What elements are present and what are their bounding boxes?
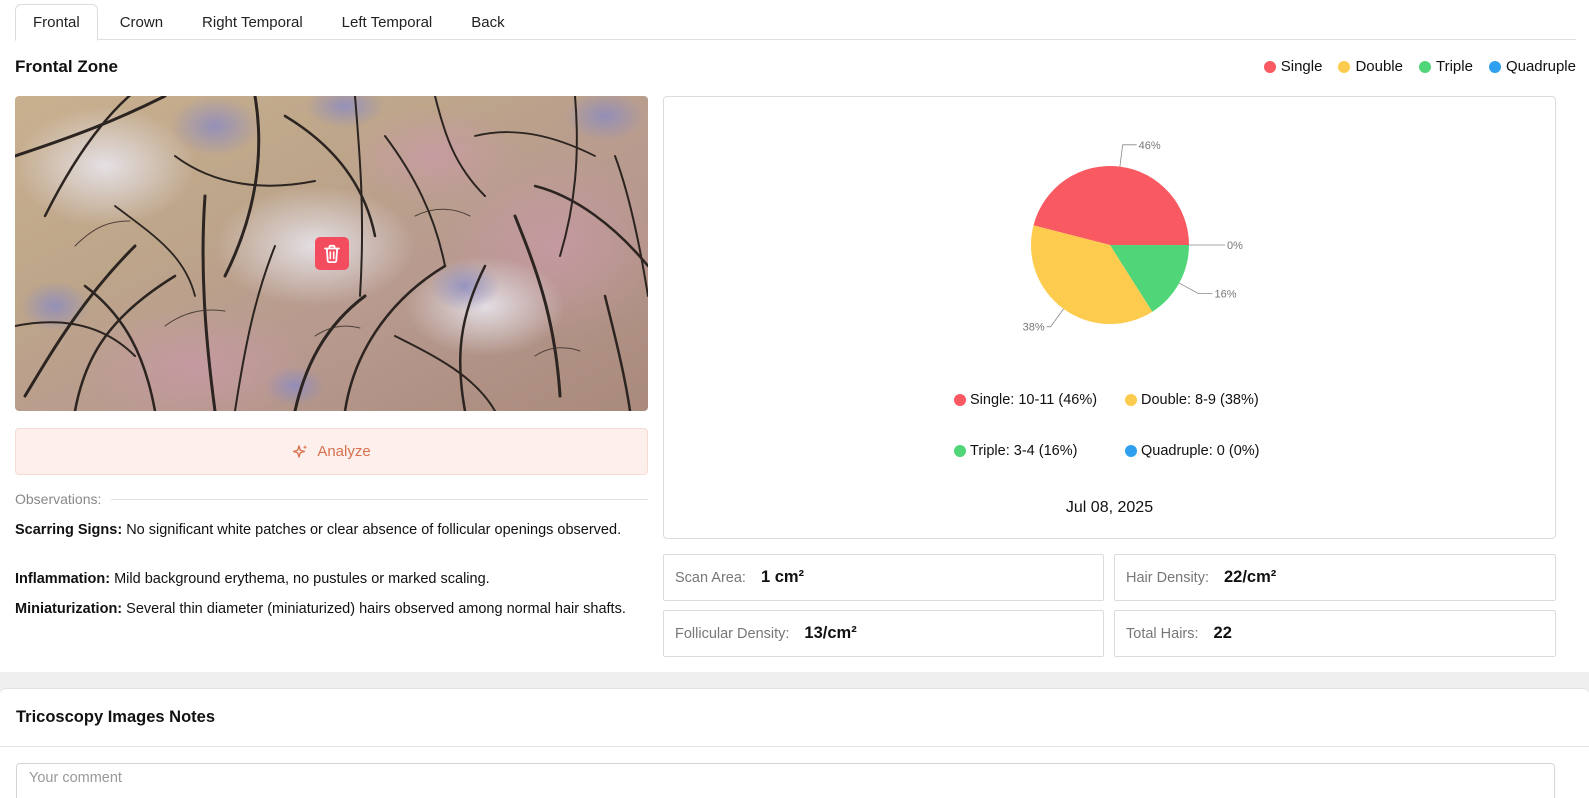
tab-left-temporal[interactable]: Left Temporal — [325, 4, 450, 40]
hair-density-value: 22/cm² — [1224, 568, 1277, 586]
scan-area-stat: Scan Area: 1 cm² — [663, 554, 1104, 601]
delete-image-button[interactable] — [315, 237, 349, 270]
pie-legend-label: Single: 10-11 (46%) — [970, 392, 1098, 408]
scan-area-label: Scan Area: — [675, 569, 746, 586]
observation-text: No significant white patches or clear ab… — [126, 522, 622, 538]
zone-tabs: Frontal Crown Right Temporal Left Tempor… — [15, 4, 1576, 41]
hair-density-label: Hair Density: — [1126, 569, 1209, 586]
hair-distribution-chart-card: 46% 38% 16% 0% Single: 10-11 (46%) Double: 8… — [663, 96, 1556, 539]
observations-header: Observations: — [15, 491, 648, 507]
pie-legend-item-quadruple: Quadruple: 0 (0%) — [1125, 443, 1259, 459]
pie-leader-line — [1046, 308, 1064, 328]
triple-color-dot — [1418, 60, 1431, 73]
tab-right-temporal[interactable]: Right Temporal — [185, 4, 320, 40]
pie-legend-item-double: Double: 8-9 (38%) — [1125, 392, 1259, 408]
follicular-density-label: Follicular Density: — [675, 625, 790, 642]
hair-type-legend: Single Double Triple Quadruple — [1263, 58, 1576, 75]
trichoscopy-image — [15, 96, 648, 411]
observation-text: Several thin diameter (miniaturized) hai… — [126, 601, 626, 617]
quadruple-color-dot — [1488, 60, 1501, 73]
pie-legend-label: Double: 8-9 (38%) — [1141, 392, 1259, 408]
observation-scarring: Scarring Signs: No significant white pat… — [15, 520, 640, 540]
observations-title: Observations: — [15, 491, 102, 507]
observation-inflammation: Inflammation: Mild background erythema, … — [15, 569, 640, 589]
single-color-dot — [1263, 60, 1276, 73]
legend-item-quadruple: Quadruple — [1488, 58, 1576, 75]
total-hairs-stat: Total Hairs: 22 — [1114, 610, 1556, 657]
pie-legend-item-triple: Triple: 3-4 (16%) — [954, 443, 1077, 459]
legend-item-single: Single — [1263, 58, 1323, 75]
sparkle-icon — [293, 444, 308, 458]
pie-percent-label: 46% — [1139, 140, 1161, 152]
single-color-dot — [954, 394, 966, 406]
legend-label: Quadruple — [1505, 58, 1576, 75]
legend-item-triple: Triple — [1418, 58, 1473, 75]
tab-crown[interactable]: Crown — [103, 4, 180, 40]
notes-divider — [0, 746, 1589, 747]
hair-density-stat: Hair Density: 22/cm² — [1114, 554, 1556, 601]
observation-label: Inflammation: — [15, 571, 111, 587]
pie-legend-label: Triple: 3-4 (16%) — [970, 443, 1078, 459]
double-color-dot — [1125, 394, 1137, 406]
pie-legend-label: Quadruple: 0 (0%) — [1141, 443, 1260, 459]
pie-percent-label: 16% — [1215, 289, 1237, 301]
observation-miniaturization: Miniaturization: Several thin diameter (… — [15, 599, 640, 619]
analyze-button[interactable]: Analyze — [15, 428, 648, 475]
observation-label: Scarring Signs: — [15, 522, 123, 538]
total-hairs-value: 22 — [1213, 624, 1232, 642]
observations-divider — [111, 498, 648, 500]
analyze-label: Analyze — [317, 443, 371, 460]
pie-chart: 46% 38% 16% 0% — [1023, 140, 1244, 334]
tab-back[interactable]: Back — [454, 4, 521, 40]
tab-frontal[interactable]: Frontal — [15, 4, 98, 41]
pie-percent-label: 0% — [1227, 240, 1243, 252]
chart-date: Jul 08, 2025 — [1065, 499, 1154, 516]
quadruple-color-dot — [1125, 445, 1137, 457]
legend-label: Triple — [1435, 58, 1473, 75]
legend-item-double: Double — [1338, 58, 1403, 75]
zone-title: Frontal Zone — [15, 57, 118, 76]
triple-color-dot — [954, 445, 966, 457]
scan-area-value: 1 cm² — [760, 568, 805, 586]
double-color-dot — [1338, 60, 1351, 73]
pie-percent-label: 38% — [1023, 322, 1045, 334]
notes-title: Tricoscopy Images Notes — [16, 708, 215, 726]
follicular-density-stat: Follicular Density: 13/cm² — [663, 610, 1104, 657]
notes-card: Tricoscopy Images Notes — [0, 688, 1589, 798]
legend-label: Single — [1280, 58, 1323, 75]
observation-text: Mild background erythema, no pustules or… — [114, 571, 490, 587]
comment-input[interactable] — [16, 763, 1555, 798]
trash-icon — [324, 244, 340, 263]
observation-label: Miniaturization: — [15, 601, 123, 617]
legend-label: Double — [1355, 58, 1403, 75]
pie-leader-line — [1179, 282, 1213, 295]
pie-legend-item-single: Single: 10-11 (46%) — [954, 392, 1097, 408]
pie-leader-line — [1119, 144, 1137, 167]
total-hairs-label: Total Hairs: — [1126, 625, 1199, 642]
follicular-density-value: 13/cm² — [804, 624, 857, 642]
